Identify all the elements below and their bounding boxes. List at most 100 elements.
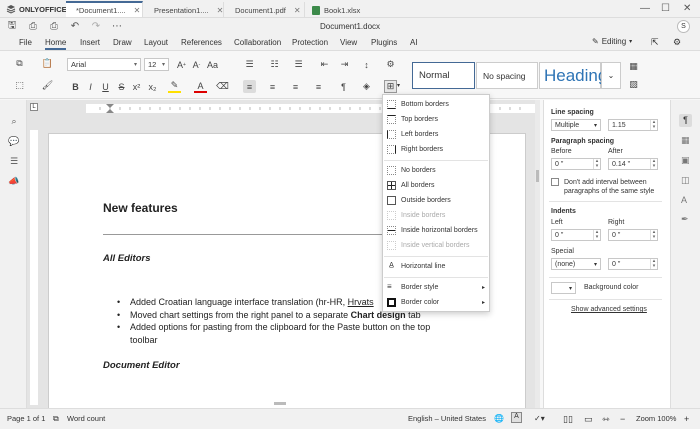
fit-page-icon[interactable]: ▭ [584, 414, 593, 425]
special-indent-size-input[interactable]: 0 " ▴ ▾ [608, 258, 658, 270]
left-indent-input[interactable]: 0 " ▴ ▾ [551, 229, 601, 241]
justify-icon[interactable]: ≡ [312, 80, 325, 93]
menu-item-horizontal-line[interactable]: A̲ Horizontal line [387, 262, 445, 271]
close-tab-icon[interactable]: ✕ [294, 6, 301, 15]
textart-settings-icon[interactable]: A [681, 195, 687, 205]
navigation-icon[interactable]: ☰ [8, 155, 20, 167]
special-indent-select[interactable]: (none) ▾ [551, 258, 601, 270]
minimize-icon[interactable]: — [640, 3, 650, 14]
line-spacing-value-input[interactable]: 1.15 ▴ ▾ [608, 119, 658, 131]
menu-item-outside-borders[interactable]: Outside borders [387, 196, 451, 205]
tab-presentation1[interactable]: Presentation1.... ✕ [144, 2, 224, 18]
maximize-icon[interactable]: ☐ [661, 3, 670, 14]
shading-icon[interactable]: ◈ [360, 80, 373, 93]
strikethrough-icon[interactable]: S [115, 80, 128, 93]
menu-insert[interactable]: Insert [80, 38, 100, 47]
table-settings-icon[interactable]: ▦ [681, 135, 690, 146]
nonprinting-characters-icon[interactable]: ¶ [337, 80, 350, 93]
decrease-indent-icon[interactable]: ⇤ [318, 58, 331, 71]
menu-view[interactable]: View [340, 38, 357, 47]
menu-item-left-borders[interactable]: Left borders [387, 130, 438, 139]
open-location-icon[interactable]: ⇱ [651, 37, 659, 48]
background-color-picker[interactable]: ▾ [551, 282, 576, 294]
menu-item-bottom-borders[interactable]: Bottom borders [387, 100, 449, 109]
tab-document1-docx[interactable]: *Document1.... ✕ [66, 1, 143, 17]
highlight-color-icon[interactable]: ✎ [168, 80, 181, 93]
menu-file[interactable]: File [19, 38, 32, 47]
horizontal-scroll-thumb[interactable] [274, 402, 286, 405]
subscript-icon[interactable]: x₂ [146, 80, 159, 93]
dont-add-interval-checkbox[interactable] [551, 178, 559, 186]
fit-width-icon[interactable]: ⇿ [602, 414, 610, 425]
font-color-icon[interactable]: A [194, 80, 207, 93]
menu-references[interactable]: References [181, 38, 222, 47]
bullet-link[interactable]: Hrvats [348, 297, 374, 307]
menu-item-inside-horizontal-borders[interactable]: Inside horizontal borders [387, 226, 478, 235]
word-count-button[interactable]: Word count [67, 414, 105, 423]
track-changes-icon[interactable]: ✓▾ [534, 414, 545, 423]
font-size-select[interactable]: 12 ▾ [144, 58, 169, 71]
close-window-icon[interactable]: ✕ [683, 3, 691, 14]
menu-protection[interactable]: Protection [292, 38, 328, 47]
menu-collaboration[interactable]: Collaboration [234, 38, 281, 47]
page-counter[interactable]: Page 1 of 1 [7, 414, 45, 423]
style-heading[interactable]: Heading [539, 62, 607, 89]
close-tab-icon[interactable]: ✕ [134, 6, 141, 15]
chevron-down-icon[interactable]: ▾ [397, 82, 400, 89]
spinner-icon[interactable]: ▴ ▾ [650, 259, 657, 269]
paragraph-settings-icon[interactable]: ⚙ [384, 58, 397, 71]
italic-icon[interactable]: I [84, 80, 97, 93]
clear-style-icon[interactable]: ⌫ [216, 80, 229, 93]
right-indent-input[interactable]: 0 " ▴ ▾ [608, 229, 658, 241]
comments-icon[interactable]: 💬 [8, 135, 20, 147]
tab-book1-xlsx[interactable]: Book1.xlsx [306, 2, 386, 18]
font-name-select[interactable]: Arial ▾ [67, 58, 141, 71]
menu-item-all-borders[interactable]: All borders [387, 181, 434, 190]
update-style-icon[interactable]: ▨ [627, 78, 640, 91]
style-normal[interactable]: Normal [412, 62, 475, 89]
spinner-icon[interactable]: ▴ ▾ [650, 120, 657, 130]
user-avatar[interactable]: S [677, 20, 690, 33]
vertical-ruler[interactable] [30, 130, 38, 405]
close-tab-icon[interactable]: ✕ [217, 6, 224, 15]
zoom-out-icon[interactable]: − [620, 414, 625, 424]
menu-draw[interactable]: Draw [113, 38, 132, 47]
scroll-thumb[interactable] [536, 170, 539, 182]
menu-plugins[interactable]: Plugins [371, 38, 397, 47]
spinner-icon[interactable]: ▴ ▾ [650, 159, 657, 169]
line-spacing-type-select[interactable]: Multiple ▾ [551, 119, 601, 131]
editing-mode-button[interactable]: ✎ Editing ▾ [592, 37, 632, 46]
show-advanced-settings-link[interactable]: Show advanced settings [571, 306, 647, 313]
bold-icon[interactable]: B [69, 80, 82, 93]
paste-icon[interactable]: 📋 [41, 57, 54, 70]
shape-settings-icon[interactable]: ◫ [681, 175, 690, 186]
view-mode-icon[interactable]: ▯▯ [563, 414, 573, 425]
spinner-icon[interactable]: ▴ ▾ [593, 159, 600, 169]
settings-icon[interactable]: ⚙ [673, 37, 681, 48]
spinner-icon[interactable]: ▴ ▾ [650, 230, 657, 240]
new-style-icon[interactable]: ▦ [627, 60, 640, 73]
menu-layout[interactable]: Layout [144, 38, 168, 47]
decrease-font-icon[interactable]: A- [190, 58, 203, 71]
styles-expand-button[interactable]: ⌄ [601, 62, 621, 89]
superscript-icon[interactable]: x² [130, 80, 143, 93]
image-settings-icon[interactable]: ▣ [681, 155, 690, 166]
align-right-icon[interactable]: ≡ [289, 80, 302, 93]
line-spacing-icon[interactable]: ↕ [360, 58, 373, 71]
select-all-icon[interactable]: ⬚ [13, 79, 26, 92]
search-icon[interactable]: ⌕ [8, 115, 20, 127]
copy-icon[interactable]: ⧉ [13, 57, 26, 70]
globe-icon[interactable]: 🌐 [494, 414, 504, 423]
signature-settings-icon[interactable]: ✒ [681, 214, 689, 225]
vertical-scrollbar[interactable] [535, 100, 540, 408]
menu-item-no-borders[interactable]: No borders [387, 166, 436, 175]
borders-icon[interactable]: ⊞ [384, 80, 397, 93]
align-center-icon[interactable]: ≡ [266, 80, 279, 93]
format-painter-icon[interactable]: 🖌 [41, 79, 54, 92]
increase-indent-icon[interactable]: ⇥ [338, 58, 351, 71]
numbering-icon[interactable]: ☷ [268, 58, 281, 71]
menu-home[interactable]: Home [45, 38, 67, 50]
align-left-icon[interactable]: ≡ [243, 80, 256, 93]
paragraph-settings-icon[interactable]: ¶ [679, 114, 692, 127]
style-no-spacing[interactable]: No spacing [476, 62, 538, 89]
